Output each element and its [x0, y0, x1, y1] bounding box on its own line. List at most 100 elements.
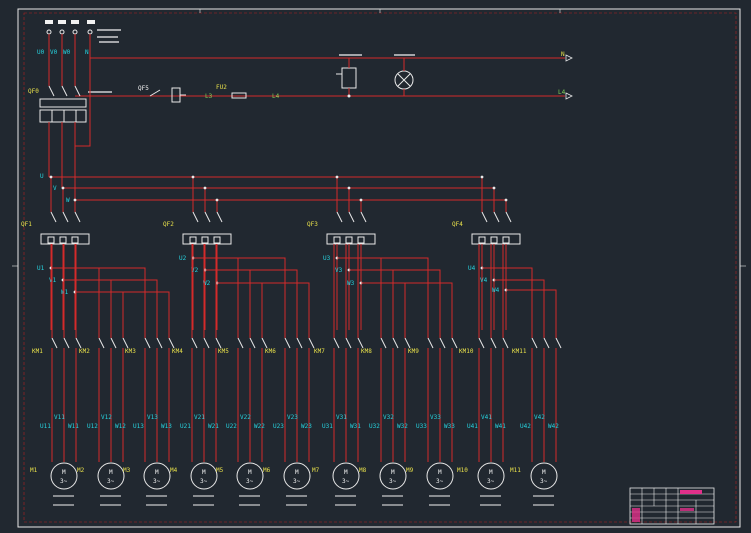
motor-terminal-v23: V23 [287, 414, 298, 421]
contactor-label-km1: KM1 [32, 348, 43, 355]
motor-terminal-v41: V41 [481, 414, 492, 421]
motor-phase: 3~ [389, 478, 397, 485]
main-breaker-out-wires [48, 58, 91, 200]
wire-l3-label: L3 [205, 93, 213, 100]
breaker-group-qf1: QF1 U1 V1 W1 [21, 175, 90, 330]
motor-terminal-v21: V21 [194, 414, 205, 421]
motor-terminal-w31: W31 [350, 423, 361, 430]
breaker-out-u3: U3 [323, 255, 331, 262]
breaker-out-u1: U1 [37, 265, 45, 272]
motor-terminal-w13: W13 [161, 423, 172, 430]
motor-symbol: M [248, 469, 252, 476]
bus-n-label: N [561, 51, 565, 58]
motor-id-m1: M1 [30, 467, 38, 474]
motor-id-m6: M6 [263, 467, 271, 474]
motor-row: U11V11W11 M 3~ M1 U12V12W12 M 3~ M2 U13V13W13 M 3~… [30, 414, 559, 506]
motor-terminal-u42: U42 [520, 423, 531, 430]
motor-terminal-u11: U11 [40, 423, 51, 430]
breaker-group-qf4: QF4 U4 V4 W4 [452, 175, 521, 330]
motor-symbol: M [344, 469, 348, 476]
supply-terminals [45, 20, 95, 35]
fuse-fu2-label: FU2 [216, 84, 227, 91]
motor-terminal-w32: W32 [397, 423, 408, 430]
motor-terminal-u33: U33 [416, 423, 427, 430]
contactor-label-km5: KM5 [218, 348, 229, 355]
breaker-out-w1: W1 [61, 289, 69, 296]
motor-m11: U42V42W42 M 3~ M11 [510, 414, 559, 506]
contactor-km6: KM6 [265, 330, 315, 462]
breaker-label-qf1: QF1 [21, 221, 32, 228]
motor-phase: 3~ [540, 478, 548, 485]
motor-symbol: M [391, 469, 395, 476]
motor-symbol: M [438, 469, 442, 476]
motor-terminal-v32: V32 [383, 414, 394, 421]
breaker-label-qf4: QF4 [452, 221, 463, 228]
motor-m3: U13V13W13 M 3~ M3 [123, 414, 172, 506]
bus-phase-u: U [40, 173, 44, 180]
motor-terminal-w42: W42 [548, 423, 559, 430]
motor-terminal-v12: V12 [101, 414, 112, 421]
motor-name-mark [480, 495, 501, 506]
motor-name-mark [239, 495, 260, 506]
breaker-groups: QF1U1V1W1QF2U2V2W2QF3U3V3W3QF4U4V4W4 [21, 175, 521, 330]
breaker-out-u2: U2 [179, 255, 187, 262]
motor-m7: U31V31W31 M 3~ M7 [312, 414, 361, 506]
main-bus [49, 176, 506, 201]
terminal-arrow-n [565, 54, 573, 62]
motor-phase: 3~ [293, 478, 301, 485]
motor-symbol: M [155, 469, 159, 476]
motor-terminal-u41: U41 [467, 423, 478, 430]
motor-symbol: M [109, 469, 113, 476]
bus-phase-v: V [53, 185, 57, 192]
motor-terminal-u23: U23 [273, 423, 284, 430]
title-block [629, 487, 715, 525]
motor-terminal-v31: V31 [336, 414, 347, 421]
motor-m5: U22V22W22 M 3~ M5 [216, 414, 265, 506]
contactor-km4: KM4 [172, 330, 222, 462]
motor-terminal-u21: U21 [180, 423, 191, 430]
indicator-lamp [394, 58, 414, 96]
motor-terminal-u22: U22 [226, 423, 237, 430]
motor-terminal-v13: V13 [147, 414, 158, 421]
motor-symbol: M [489, 469, 493, 476]
terminal-arrow-l4 [565, 92, 573, 100]
supply-wires [48, 34, 565, 97]
motor-m8: U32V32W32 M 3~ M8 [359, 414, 408, 506]
motor-id-m2: M2 [77, 467, 85, 474]
contactor-label-km2: KM2 [79, 348, 90, 355]
breaker-out-w3: W3 [347, 280, 355, 287]
contactor-label-km4: KM4 [172, 348, 183, 355]
motor-phase: 3~ [60, 478, 68, 485]
motor-name-mark [382, 495, 403, 506]
frame-tick-marks [12, 9, 746, 267]
breaker-out-w4: W4 [492, 287, 500, 294]
breaker-out-v3: V3 [335, 267, 343, 274]
contactor-km2: KM2 [79, 330, 129, 462]
bus-phase-w: W [66, 197, 70, 204]
contactor-label-km6: KM6 [265, 348, 276, 355]
motor-id-m11: M11 [510, 467, 521, 474]
contactor-km8: KM8 [361, 330, 411, 462]
motor-terminal-u12: U12 [87, 423, 98, 430]
motor-terminal-u13: U13 [133, 423, 144, 430]
motor-name-mark [286, 495, 307, 506]
motor-terminal-w11: W11 [68, 423, 79, 430]
contactor-label-km3: KM3 [125, 348, 136, 355]
motor-symbol: M [295, 469, 299, 476]
breaker-qf5-label: QF5 [138, 85, 149, 92]
motor-terminal-v33: V33 [430, 414, 441, 421]
motor-m10: U41V41W41 M 3~ M10 [457, 414, 506, 506]
motor-name-mark [429, 495, 450, 506]
motor-id-m9: M9 [406, 467, 414, 474]
motor-terminal-w21: W21 [208, 423, 219, 430]
phase-label-w0: W0 [63, 49, 71, 56]
contactor-label-km10: KM10 [459, 348, 474, 355]
motor-name-mark [533, 495, 554, 506]
motor-phase: 3~ [342, 478, 350, 485]
motor-phase: 3~ [487, 478, 495, 485]
main-breaker-qf0 [39, 85, 87, 123]
motor-id-m7: M7 [312, 467, 320, 474]
motor-id-m4: M4 [170, 467, 178, 474]
contactor-label-km8: KM8 [361, 348, 372, 355]
motor-m1: U11V11W11 M 3~ M1 [30, 414, 79, 506]
